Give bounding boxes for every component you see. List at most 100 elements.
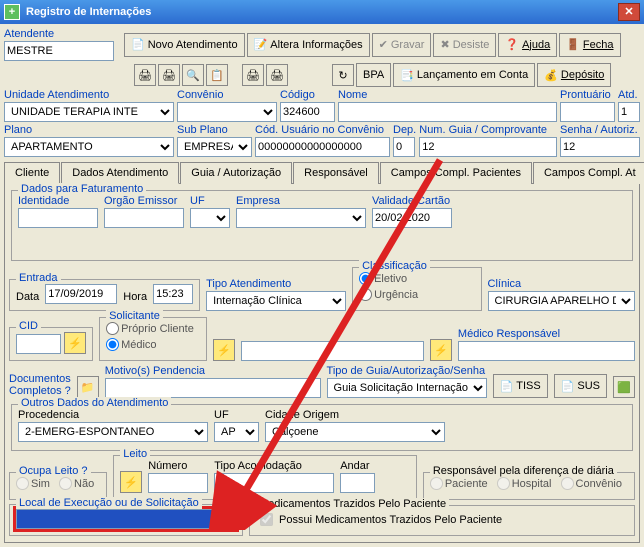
print3-icon[interactable]: 🖨	[242, 64, 264, 86]
cidade-select[interactable]: Calçoene	[265, 422, 445, 442]
codigo-input[interactable]	[280, 102, 335, 122]
atd-label: Atd.	[618, 89, 640, 101]
leito-legend: Leito	[120, 448, 150, 460]
altera-informacoes-button[interactable]: 📝 Altera Informações	[247, 33, 370, 57]
extra-icon[interactable]: 🟩	[613, 376, 635, 398]
local-select[interactable]	[16, 509, 236, 529]
tab-campos-pac[interactable]: Campos Compl. Pacientes	[380, 162, 532, 184]
motivo-label: Motivo(s) Pendencia	[105, 365, 321, 377]
deposito-button[interactable]: 💰 Depósito	[537, 63, 611, 87]
convenio-label: Convênio	[177, 89, 277, 101]
hosp-radio[interactable]: Hospital	[497, 477, 552, 490]
print-icon[interactable]: 🖨	[134, 64, 156, 86]
nome-input[interactable]	[338, 102, 557, 122]
tab-strip: Cliente Dados Atendimento Guia / Autoriz…	[4, 161, 640, 184]
prontuario-input[interactable]	[560, 102, 615, 122]
medresp-input[interactable]	[458, 341, 635, 361]
sim-radio[interactable]: Sim	[16, 477, 50, 490]
faturamento-legend: Dados para Faturamento	[18, 183, 146, 195]
cid-input[interactable]	[16, 334, 61, 354]
empresa-select[interactable]	[236, 208, 366, 228]
eletivo-radio[interactable]: Eletivo	[359, 272, 407, 285]
fecha-button[interactable]: 🚪 Fecha	[559, 33, 620, 57]
empresa-label: Empresa	[236, 195, 366, 207]
uf-out-label: UF	[214, 409, 259, 421]
search-icon[interactable]: 🔍	[182, 64, 204, 86]
conv-radio[interactable]: Convênio	[561, 477, 622, 490]
validade-input[interactable]	[372, 208, 452, 228]
urgencia-radio[interactable]: Urgência	[359, 288, 418, 301]
cid-legend: CID	[16, 320, 41, 332]
plano-label: Plano	[4, 124, 174, 136]
data-input[interactable]	[45, 284, 117, 304]
local-legend: Local de Execução ou de Solicitação	[16, 497, 202, 509]
solic-search-icon[interactable]: ⚡	[213, 339, 235, 361]
tab-dados[interactable]: Dados Atendimento	[61, 162, 179, 184]
plano-select[interactable]: APARTAMENTO	[4, 137, 174, 157]
numero-label: Número	[148, 460, 208, 472]
close-button[interactable]: ✕	[618, 3, 640, 21]
identidade-input[interactable]	[18, 208, 98, 228]
atd-input[interactable]	[618, 102, 640, 122]
subplano-select[interactable]: EMPRESA	[177, 137, 252, 157]
proprio-radio[interactable]: Próprio Cliente	[106, 322, 194, 335]
uf-fat-select[interactable]	[190, 208, 230, 228]
refresh-icon[interactable]: ↻	[332, 64, 354, 86]
lancamento-button[interactable]: 📑 Lançamento em Conta	[393, 63, 535, 87]
tipoguia-select[interactable]: Guia Solicitação Internação	[327, 378, 487, 398]
atendente-label: Atendente	[4, 28, 114, 40]
print4-icon[interactable]: 🖨	[266, 64, 288, 86]
tab-campos-at[interactable]: Campos Compl. At	[533, 162, 644, 184]
hora-label: Hora	[123, 291, 147, 303]
prontuario-label: Prontuário	[560, 89, 615, 101]
numguia-input[interactable]	[419, 137, 557, 157]
identidade-label: Identidade	[18, 195, 98, 207]
atendente-input[interactable]	[4, 41, 114, 61]
codusuario-input[interactable]	[255, 137, 390, 157]
print2-icon[interactable]: 🖨	[158, 64, 180, 86]
solic-input[interactable]	[241, 341, 424, 361]
medresp-search-icon[interactable]: ⚡	[430, 339, 452, 361]
senha-input[interactable]	[560, 137, 640, 157]
ocupa-legend: Ocupa Leito ?	[16, 465, 91, 477]
clinica-select[interactable]: CIRURGIA APARELHO DI	[488, 291, 635, 311]
proc-label: Procedencia	[18, 409, 208, 421]
andar-input[interactable]	[340, 473, 375, 493]
tipoac-label: Tipo Acomodação	[214, 460, 334, 472]
tab-responsavel[interactable]: Responsável	[293, 162, 379, 184]
cid-search-icon[interactable]: ⚡	[64, 332, 86, 354]
desiste-button[interactable]: ✖ Desiste	[433, 33, 496, 57]
tiss-button[interactable]: 📄 TISS	[493, 374, 548, 398]
tipoat-label: Tipo Atendimento	[206, 278, 346, 290]
numero-input[interactable]	[148, 473, 208, 493]
proc-select[interactable]: 2-EMERG-ESPONTANEO	[18, 422, 208, 442]
medico-radio[interactable]: Médico	[106, 338, 156, 351]
motivo-input[interactable]	[105, 378, 321, 398]
leito-search-icon[interactable]: ⚡	[120, 471, 142, 493]
dep-input[interactable]	[393, 137, 415, 157]
unidade-label: Unidade Atendimento	[4, 89, 174, 101]
doc-icon[interactable]: 📋	[206, 64, 228, 86]
pac-radio[interactable]: Paciente	[430, 477, 488, 490]
data-label: Data	[16, 291, 39, 303]
novo-atendimento-button[interactable]: 📄 Novo Atendimento	[124, 33, 245, 57]
tab-guia[interactable]: Guia / Autorização	[180, 162, 292, 184]
nao-radio[interactable]: Não	[59, 477, 94, 490]
tipoac-input[interactable]	[214, 473, 334, 493]
tipoat-select[interactable]: Internação Clínica	[206, 291, 346, 311]
uf-out-select[interactable]: AP	[214, 422, 259, 442]
codigo-label: Código	[280, 89, 335, 101]
convenio-select[interactable]	[177, 102, 277, 122]
tab-cliente[interactable]: Cliente	[4, 162, 60, 184]
unidade-select[interactable]: UNIDADE TERAPIA INTE	[4, 102, 174, 122]
bpa-button[interactable]: BPA	[356, 63, 391, 87]
hora-input[interactable]	[153, 284, 193, 304]
doccomp-button[interactable]: 📁	[77, 376, 99, 398]
orgao-input[interactable]	[104, 208, 184, 228]
gravar-button[interactable]: ✔ Gravar	[372, 33, 432, 57]
meds-checkbox[interactable]: Possui Medicamentos Trazidos Pelo Pacien…	[256, 510, 502, 529]
ajuda-button[interactable]: ❓ Ajuda	[498, 33, 557, 57]
outros-legend: Outros Dados do Atendimento	[18, 397, 171, 409]
sus-button[interactable]: 📄 SUS	[554, 374, 607, 398]
senha-label: Senha / Autoriz.	[560, 124, 640, 136]
